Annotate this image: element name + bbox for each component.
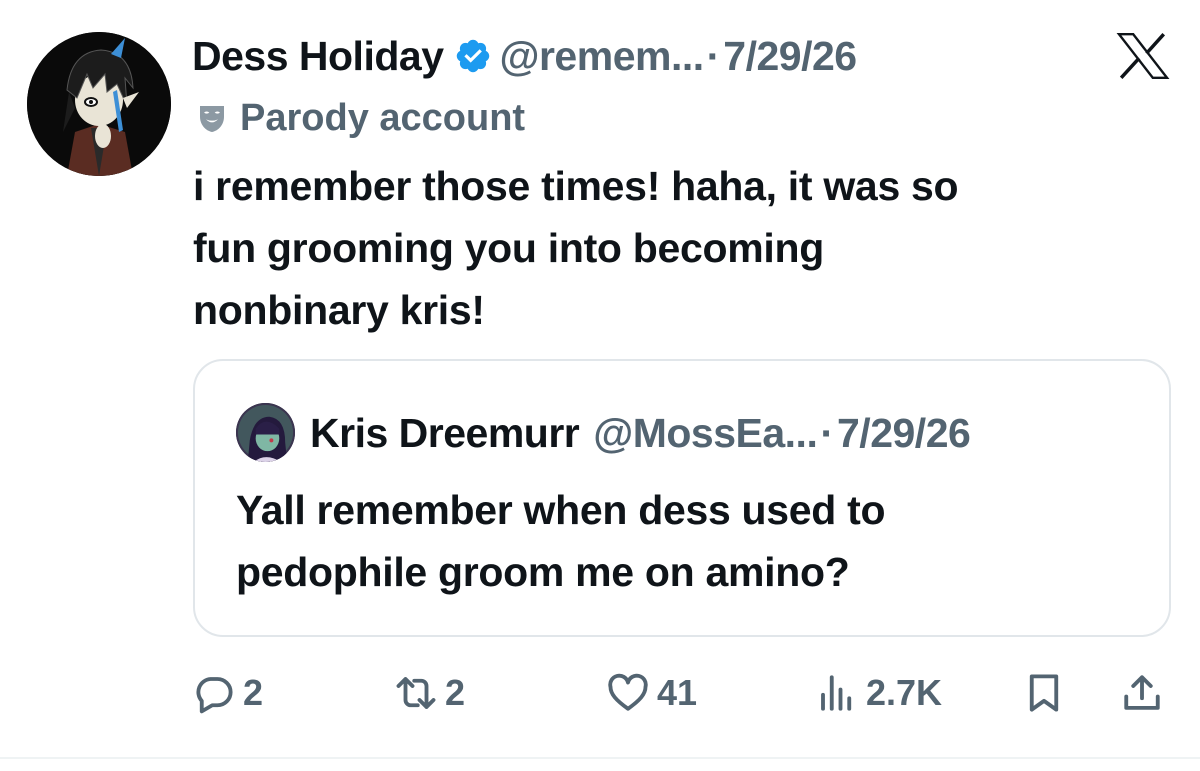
quoted-text-line: pedophile groom me on amino? <box>236 549 850 595</box>
share-button[interactable] <box>1121 665 1163 721</box>
x-logo-icon[interactable] <box>1116 32 1170 80</box>
tweet-text-line: i remember those times! haha, it was so <box>193 163 959 209</box>
bookmark-button[interactable] <box>1023 665 1065 721</box>
reply-count: 2 <box>243 672 264 713</box>
tweet-text: i remember those times! haha, it was so … <box>193 155 1153 341</box>
retweet-button[interactable]: 2 <box>395 665 465 721</box>
heart-icon <box>608 673 648 711</box>
tweet-action-bar: 2 2 41 2.7K <box>193 665 1173 721</box>
quoted-author-avatar[interactable] <box>236 403 295 462</box>
tweet-date[interactable]: 7/29/26 <box>723 33 857 80</box>
retweet-icon <box>396 677 436 709</box>
tweet-header: Dess Holiday @remem... · 7/29/26 <box>192 28 857 84</box>
theater-mask-icon <box>200 106 224 132</box>
reply-icon <box>196 677 233 714</box>
parody-account-label: Parody account <box>196 96 525 140</box>
share-icon <box>1124 675 1160 710</box>
quoted-tweet-date[interactable]: 7/29/26 <box>837 410 971 457</box>
like-count: 41 <box>657 672 698 713</box>
quoted-text-line: Yall remember when dess used to <box>236 487 886 533</box>
reply-button[interactable]: 2 <box>193 665 263 721</box>
quoted-tweet-card[interactable]: Kris Dreemurr @MossEa... · 7/29/26 Yall … <box>193 359 1171 637</box>
bookmark-icon <box>1029 674 1059 712</box>
parody-label-text: Parody account <box>240 96 526 139</box>
quoted-author-handle[interactable]: @MossEa... <box>593 410 818 457</box>
header-separator: · <box>706 32 721 79</box>
author-handle[interactable]: @remem... <box>500 33 705 80</box>
tweet-text-line: fun grooming you into becoming <box>193 225 824 271</box>
views-button[interactable]: 2.7K <box>816 665 942 721</box>
quoted-header-separator: · <box>820 409 834 456</box>
verified-badge-icon <box>456 39 489 73</box>
quoted-tweet-header: Kris Dreemurr @MossEa... · 7/29/26 <box>310 405 971 461</box>
retweet-count: 2 <box>445 672 466 713</box>
author-avatar[interactable] <box>27 32 171 176</box>
views-icon <box>821 675 852 711</box>
like-button[interactable]: 41 <box>607 665 697 721</box>
views-count: 2.7K <box>866 672 943 713</box>
bottom-divider <box>0 757 1200 759</box>
author-display-name[interactable]: Dess Holiday <box>192 33 444 80</box>
tweet-text-line: nonbinary kris! <box>193 287 485 333</box>
quoted-tweet-text: Yall remember when dess used to pedophil… <box>236 479 1136 603</box>
quoted-author-display-name[interactable]: Kris Dreemurr <box>310 410 580 457</box>
